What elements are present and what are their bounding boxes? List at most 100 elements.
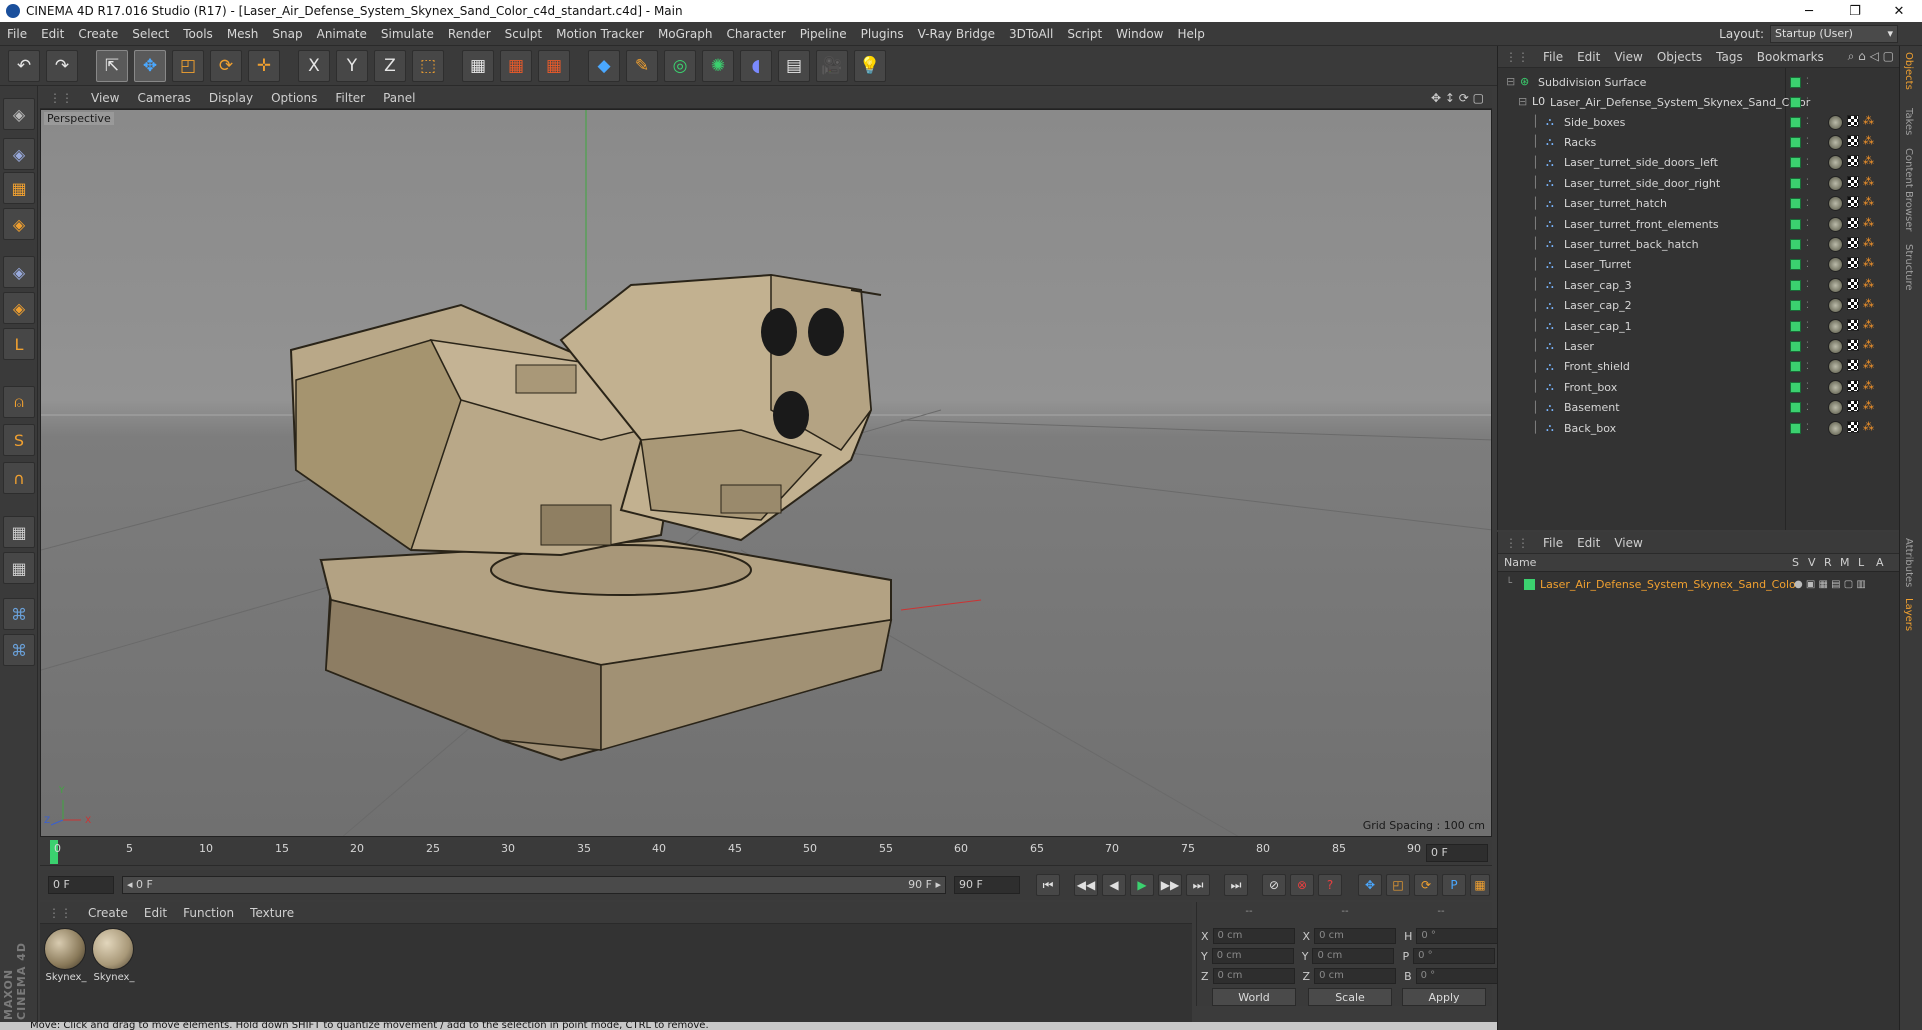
- object-name[interactable]: Laser_turret_hatch: [1564, 197, 1667, 210]
- selection-tag-icon[interactable]: ⁂: [1863, 114, 1875, 127]
- visibility-dots-icon[interactable]: ⁚: [1806, 239, 1809, 249]
- key-position-icon[interactable]: ✥: [1358, 874, 1382, 896]
- selection-tag-icon[interactable]: ⁂: [1863, 400, 1875, 412]
- object-row[interactable]: │ ⛬ Laser_cap_1 ⁚ ⁂: [1498, 316, 1900, 336]
- material-tag-icon[interactable]: [1828, 134, 1843, 150]
- visibility-dots-icon[interactable]: ⁚: [1806, 97, 1809, 107]
- menu-plugins[interactable]: Plugins: [854, 27, 911, 41]
- layer-color-icon[interactable]: [1790, 361, 1801, 373]
- array-icon[interactable]: ✺: [702, 49, 734, 82]
- selection-tag-icon[interactable]: ⁂: [1863, 134, 1875, 147]
- close-button[interactable]: ✕: [1876, 0, 1922, 22]
- object-name[interactable]: Racks: [1564, 136, 1596, 149]
- autokey-icon[interactable]: ⊗: [1290, 874, 1314, 896]
- material-tag-icon[interactable]: [1828, 216, 1843, 232]
- viewport-menu-cameras[interactable]: Cameras: [128, 91, 199, 105]
- material-menu-function[interactable]: Function: [175, 906, 242, 920]
- visibility-dots-icon[interactable]: ⁚: [1806, 77, 1809, 87]
- selection-tag-icon[interactable]: ⁂: [1863, 277, 1875, 290]
- select-tool-icon[interactable]: ⇱: [96, 49, 128, 82]
- object-name[interactable]: Subdivision Surface: [1538, 76, 1646, 89]
- coord-rot-b-field[interactable]: 0 °: [1415, 968, 1498, 984]
- python-script-2-icon[interactable]: ⌘: [3, 634, 35, 666]
- previous-frame-icon[interactable]: ◀: [1102, 874, 1126, 896]
- menu-sculpt[interactable]: Sculpt: [498, 27, 549, 41]
- material-tag-icon[interactable]: [1828, 196, 1843, 212]
- layer-color-icon[interactable]: [1790, 238, 1801, 250]
- object-row[interactable]: │ ⛬ Front_shield ⁚ ⁂: [1498, 357, 1900, 377]
- coord-size-x-field[interactable]: 0 cm: [1314, 928, 1397, 944]
- menu-character[interactable]: Character: [719, 27, 792, 41]
- layer-color-icon[interactable]: [1790, 340, 1801, 352]
- uvw-tag-icon[interactable]: [1847, 257, 1859, 270]
- viewport-menu-panel[interactable]: Panel: [374, 91, 424, 105]
- tab-takes[interactable]: Takes: [1903, 108, 1914, 135]
- layer-color-icon[interactable]: [1790, 320, 1801, 332]
- visibility-dots-icon[interactable]: ⁚: [1806, 137, 1809, 147]
- render-settings-icon[interactable]: ▦: [538, 49, 570, 82]
- material-swatch[interactable]: Skynex_: [44, 928, 88, 988]
- layer-row[interactable]: └ Laser_Air_Defense_System_Skynex_Sand_C…: [1498, 574, 1900, 594]
- menu-snap[interactable]: Snap: [265, 27, 309, 41]
- layer-color-icon[interactable]: [1790, 157, 1801, 169]
- viewport-menu-filter[interactable]: Filter: [326, 91, 374, 105]
- object-menu-edit[interactable]: Edit: [1570, 50, 1607, 64]
- undo-icon[interactable]: ↶: [8, 49, 40, 82]
- material-tag-icon[interactable]: [1828, 175, 1843, 191]
- coordinate-system-icon[interactable]: ⬚: [412, 49, 444, 82]
- layer-menu-view[interactable]: View: [1607, 536, 1649, 550]
- visibility-dots-icon[interactable]: ⁚: [1806, 178, 1809, 188]
- python-script-icon[interactable]: ⌘: [3, 598, 35, 630]
- object-name[interactable]: Laser_cap_3: [1564, 279, 1632, 292]
- cube-primitive-icon[interactable]: ◆: [588, 49, 620, 82]
- z-axis-lock-icon[interactable]: Z: [374, 49, 406, 82]
- current-frame-field[interactable]: 0 F: [1426, 844, 1488, 862]
- selection-tag-icon[interactable]: ⁂: [1863, 359, 1875, 371]
- selection-tag-icon[interactable]: ⁂: [1863, 318, 1875, 331]
- object-row[interactable]: │ ⛬ Laser_cap_3 ⁚ ⁂: [1498, 275, 1900, 295]
- end-frame-field[interactable]: 90 F: [954, 876, 1020, 894]
- layer-flags-icons[interactable]: ● ▣ ▦ ▤ ▢ ▥: [1794, 579, 1866, 590]
- layer-menu-edit[interactable]: Edit: [1570, 536, 1607, 550]
- transform-tool-icon[interactable]: ✛: [248, 49, 280, 82]
- selection-tag-icon[interactable]: ⁂: [1863, 298, 1875, 310]
- material-tag-icon[interactable]: [1828, 298, 1843, 314]
- coord-size-y-field[interactable]: 0 cm: [1312, 948, 1395, 964]
- visibility-dots-icon[interactable]: ⁚: [1806, 382, 1809, 392]
- visibility-dots-icon[interactable]: ⁚: [1806, 219, 1809, 229]
- rotate-tool-icon[interactable]: ⟳: [210, 49, 242, 82]
- object-row[interactable]: ⊟ ⊛ Subdivision Surface ⁚: [1498, 72, 1900, 92]
- object-name[interactable]: Laser_cap_2: [1564, 299, 1632, 312]
- uvw-tag-icon[interactable]: [1847, 175, 1859, 188]
- points-mode-icon[interactable]: ◈: [3, 256, 35, 288]
- layer-color-icon[interactable]: [1790, 198, 1801, 210]
- object-name[interactable]: Laser_turret_back_hatch: [1564, 238, 1699, 251]
- visibility-dots-icon[interactable]: ⁚: [1806, 280, 1809, 290]
- layer-color-icon[interactable]: [1790, 279, 1801, 291]
- menu-render[interactable]: Render: [441, 27, 498, 41]
- selection-tag-icon[interactable]: ⁂: [1863, 216, 1875, 229]
- tab-layers[interactable]: Layers: [1903, 598, 1914, 631]
- menu-select[interactable]: Select: [125, 27, 176, 41]
- material-tag-icon[interactable]: [1828, 257, 1843, 273]
- material-tag-icon[interactable]: [1828, 338, 1843, 354]
- object-name[interactable]: Laser_turret_front_elements: [1564, 218, 1719, 231]
- object-row[interactable]: │ ⛬ Laser_cap_2 ⁚ ⁂: [1498, 296, 1900, 316]
- camera-icon[interactable]: 🎥: [816, 49, 848, 82]
- redo-icon[interactable]: ↷: [46, 49, 78, 82]
- scene-floor-icon[interactable]: ▤: [778, 49, 810, 82]
- visibility-dots-icon[interactable]: ⁚: [1806, 423, 1809, 433]
- material-tag-icon[interactable]: [1828, 114, 1843, 130]
- nurbs-icon[interactable]: ◎: [664, 49, 696, 82]
- key-pla-icon[interactable]: ▦: [1470, 874, 1490, 896]
- visibility-dots-icon[interactable]: ⁚: [1806, 403, 1809, 413]
- menu-mograph[interactable]: MoGraph: [651, 27, 720, 41]
- edges-mode-icon[interactable]: ◈: [3, 292, 35, 324]
- expand-toggle-icon[interactable]: ⊟: [1506, 76, 1518, 88]
- object-name[interactable]: Basement: [1564, 401, 1620, 414]
- uvw-tag-icon[interactable]: [1847, 114, 1859, 127]
- move-tool-icon[interactable]: ✥: [134, 49, 166, 82]
- selection-tag-icon[interactable]: ⁂: [1863, 257, 1875, 269]
- coord-size-z-field[interactable]: 0 cm: [1314, 968, 1397, 984]
- object-name[interactable]: Front_box: [1564, 381, 1617, 394]
